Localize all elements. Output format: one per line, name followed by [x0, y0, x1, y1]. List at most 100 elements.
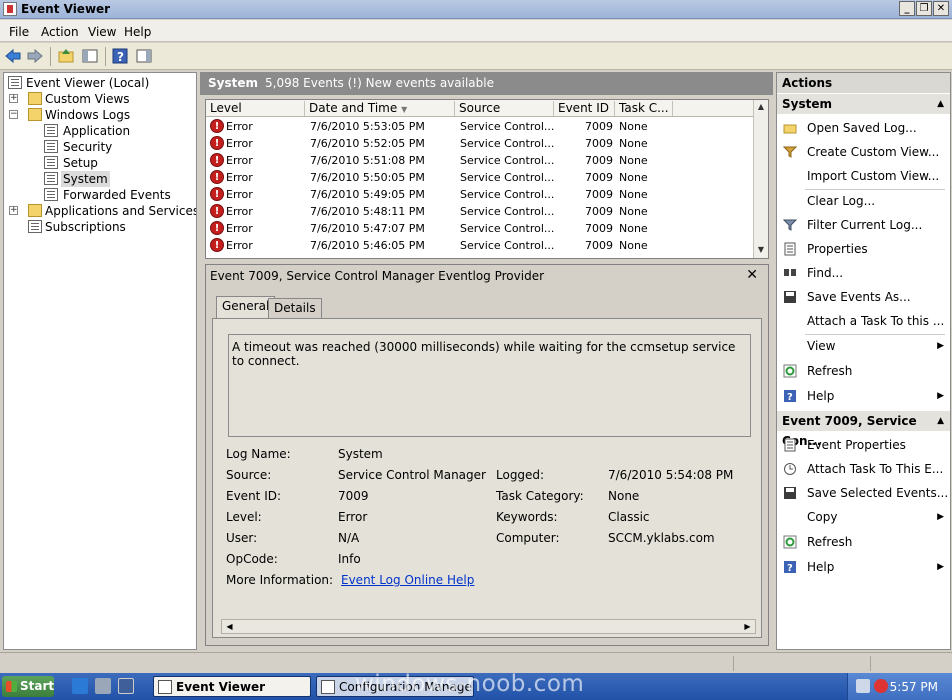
help-icon[interactable]: ?	[111, 47, 129, 65]
scroll-up-icon[interactable]: ▲	[756, 102, 766, 112]
back-arrow-icon[interactable]	[4, 47, 22, 65]
detail-horizontal-scrollbar[interactable]: ◀ ▶	[221, 619, 756, 634]
table-row[interactable]: ! Error 7/6/2010 5:52:05 PM Service Cont…	[206, 135, 754, 152]
grid-vertical-scrollbar[interactable]: ▲ ▼	[753, 100, 768, 258]
action-filter-current-log[interactable]: Filter Current Log...	[777, 214, 950, 236]
log-icon	[44, 140, 58, 153]
action-refresh-event[interactable]: Refresh	[777, 531, 950, 553]
help-icon: ?	[784, 561, 796, 574]
computer-value: SCCM.yklabs.com	[608, 531, 715, 545]
table-row[interactable]: ! Error 7/6/2010 5:53:05 PM Service Cont…	[206, 118, 754, 135]
start-button[interactable]: Start	[2, 676, 54, 697]
server-manager-icon[interactable]	[95, 678, 111, 694]
action-attach-task[interactable]: Attach a Task To this ...	[777, 310, 950, 332]
clock[interactable]: 5:57 PM	[890, 680, 938, 694]
filter-icon	[783, 146, 797, 158]
system-tray: 5:57 PM	[847, 673, 952, 700]
action-copy[interactable]: Copy ▶	[777, 506, 950, 528]
detail-title: Event 7009, Service Control Manager Even…	[210, 269, 545, 283]
event-viewer-icon	[8, 76, 22, 89]
expand-icon[interactable]: +	[9, 94, 18, 103]
actions-section-system[interactable]: System ▲	[777, 94, 950, 114]
action-import-custom-view[interactable]: Import Custom View...	[777, 165, 950, 187]
scroll-down-icon[interactable]: ▼	[756, 245, 766, 255]
powershell-icon[interactable]	[118, 678, 134, 694]
action-event-properties[interactable]: Event Properties	[777, 434, 950, 456]
up-folder-icon[interactable]	[57, 47, 75, 65]
expand-icon[interactable]: +	[9, 206, 18, 215]
action-properties[interactable]: Properties	[777, 238, 950, 260]
actions-header: Actions	[777, 73, 950, 93]
event-message-box[interactable]: A timeout was reached (30000 millisecond…	[228, 334, 751, 437]
action-save-selected-events[interactable]: Save Selected Events...	[777, 482, 950, 504]
source-value: Service Control Manager Eve	[338, 468, 488, 482]
show-hide-tree-icon[interactable]	[81, 47, 99, 65]
watermark: windows-noob.com	[355, 671, 585, 697]
action-find[interactable]: Find...	[777, 262, 950, 284]
col-source[interactable]: Source	[455, 101, 554, 116]
log-icon	[44, 124, 58, 137]
forward-arrow-icon[interactable]	[26, 47, 44, 65]
collapse-caret-icon[interactable]: ▲	[937, 94, 944, 114]
menu-help[interactable]: Help	[124, 25, 151, 39]
error-icon: !	[210, 221, 224, 235]
action-clear-log[interactable]: Clear Log...	[777, 190, 950, 212]
tab-details[interactable]: Details	[268, 298, 322, 319]
collapse-icon[interactable]: −	[9, 110, 18, 119]
user-value: N/A	[338, 531, 360, 545]
event-detail-pane: Event 7009, Service Control Manager Even…	[205, 264, 769, 646]
event-log-online-help-link[interactable]: Event Log Online Help	[341, 573, 474, 587]
action-create-custom-view[interactable]: Create Custom View...	[777, 141, 950, 163]
action-save-events-as[interactable]: Save Events As...	[777, 286, 950, 308]
close-icon[interactable]: ✕	[746, 267, 758, 283]
submenu-arrow-icon: ▶	[937, 562, 944, 572]
action-help[interactable]: ? Help ▶	[777, 385, 950, 407]
table-row[interactable]: ! Error 7/6/2010 5:50:05 PM Service Cont…	[206, 169, 754, 186]
error-icon: !	[210, 187, 224, 201]
configuration-manager-icon	[321, 680, 335, 694]
action-refresh[interactable]: Refresh	[777, 360, 950, 382]
menu-action[interactable]: Action	[41, 25, 79, 39]
collapse-caret-icon[interactable]: ▲	[937, 411, 944, 431]
show-hide-action-pane-icon[interactable]	[135, 47, 153, 65]
log-header: System 5,098 Events (!) New events avail…	[200, 72, 773, 95]
menu-file[interactable]: File	[9, 25, 29, 39]
opcode-value: Info	[338, 552, 361, 566]
table-row[interactable]: ! Error 7/6/2010 5:47:07 PM Service Cont…	[206, 220, 754, 237]
restore-button[interactable]: ❐	[916, 1, 932, 16]
col-task-category[interactable]: Task C...	[615, 101, 673, 116]
menu-bar: File Action View Help	[0, 20, 952, 42]
menu-view[interactable]: View	[88, 25, 116, 39]
folder-icon	[28, 92, 42, 105]
properties-icon	[784, 438, 796, 452]
table-row[interactable]: ! Error 7/6/2010 5:51:08 PM Service Cont…	[206, 152, 754, 169]
close-button[interactable]: ✕	[933, 1, 949, 16]
table-row[interactable]: ! Error 7/6/2010 5:49:05 PM Service Cont…	[206, 186, 754, 203]
internet-explorer-icon[interactable]	[72, 678, 88, 694]
event-id-value: 7009	[338, 489, 369, 503]
table-row[interactable]: ! Error 7/6/2010 5:46:05 PM Service Cont…	[206, 237, 754, 254]
minimize-button[interactable]: _	[899, 1, 915, 16]
action-attach-task-event[interactable]: Attach Task To This E...	[777, 458, 950, 480]
keywords-value: Classic	[608, 510, 650, 524]
network-icon[interactable]	[856, 679, 870, 693]
error-icon: !	[210, 119, 224, 133]
event-viewer-app-icon	[3, 2, 17, 16]
table-row[interactable]: ! Error 7/6/2010 5:48:11 PM Service Cont…	[206, 203, 754, 220]
event-viewer-icon	[158, 680, 172, 694]
action-help-event[interactable]: ? Help ▶	[777, 556, 950, 578]
action-view[interactable]: View ▶	[777, 335, 950, 357]
tab-general[interactable]: General	[216, 296, 276, 318]
col-date-time[interactable]: Date and Time ▼	[305, 101, 455, 116]
col-level[interactable]: Level	[206, 101, 305, 116]
scroll-left-icon[interactable]: ◀	[224, 621, 235, 632]
actions-section-event[interactable]: Event 7009, Service Con... ▲	[777, 411, 950, 448]
taskbar-event-viewer[interactable]: Event Viewer	[153, 676, 311, 697]
action-open-saved-log[interactable]: Open Saved Log...	[777, 117, 950, 139]
properties-icon	[784, 242, 796, 256]
col-event-id[interactable]: Event ID	[554, 101, 615, 116]
scroll-right-icon[interactable]: ▶	[742, 621, 753, 632]
save-icon	[784, 291, 796, 303]
more-info-label: More Information:	[226, 573, 334, 587]
security-alert-icon[interactable]	[874, 679, 888, 693]
